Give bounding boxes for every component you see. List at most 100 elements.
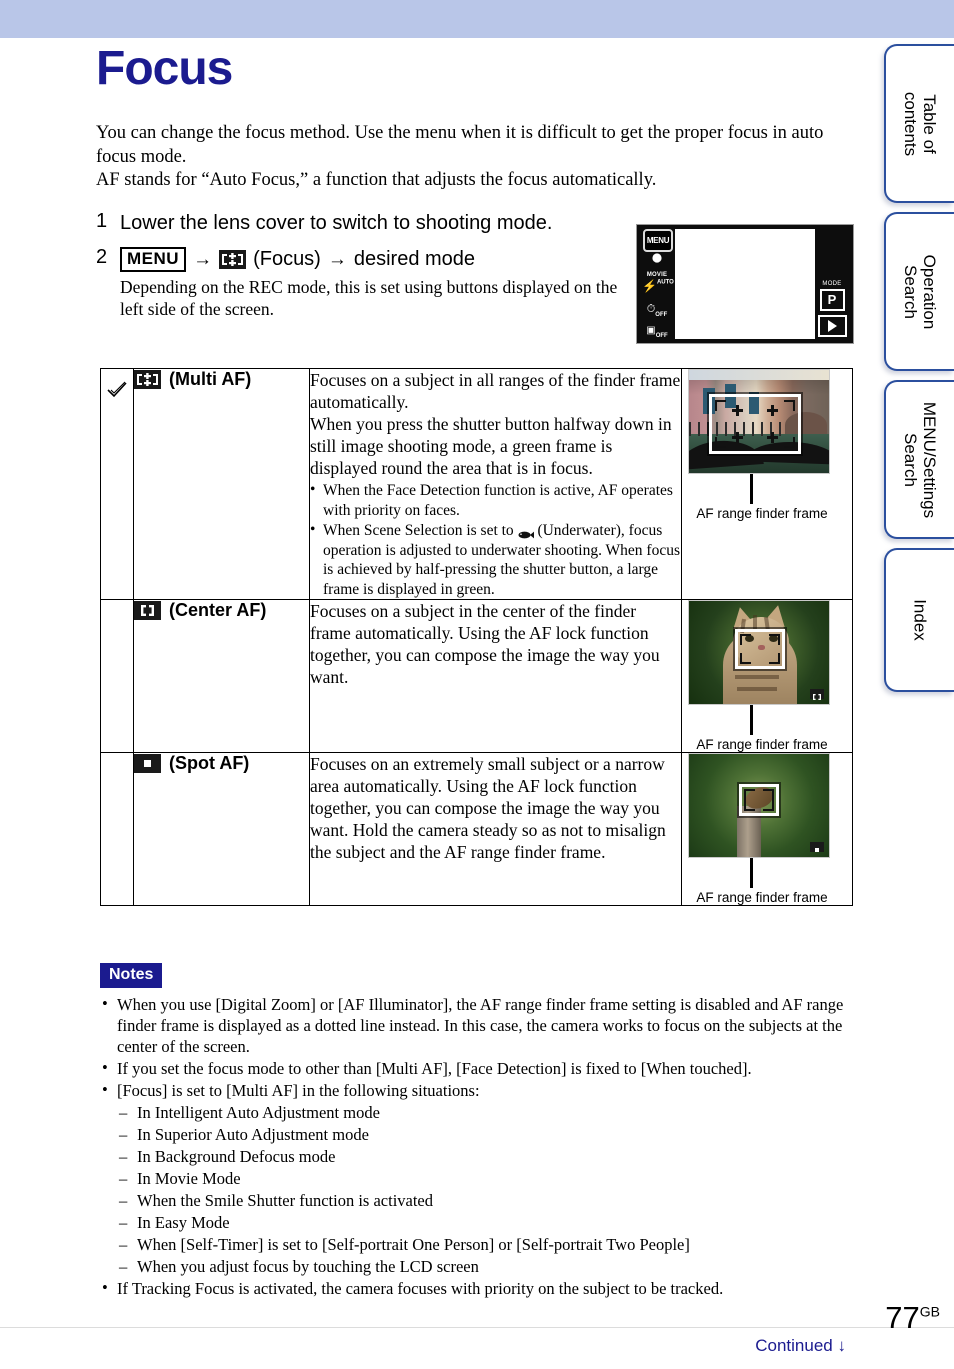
af-range-finder-frame-overlay <box>735 629 785 669</box>
footer-divider <box>0 1327 954 1328</box>
list-item: If Tracking Focus is activated, the came… <box>100 1277 856 1299</box>
down-arrow-icon: ↓ <box>837 1336 847 1355</box>
page-number-value: 77 <box>885 1300 920 1335</box>
lcd-selftimer-label: OFF <box>655 312 668 319</box>
default-setting-check-cell <box>100 368 134 600</box>
page-title: Focus <box>96 42 233 95</box>
lcd-flash-icon[interactable]: ⚡AUTO <box>642 277 674 295</box>
menu-button-chip[interactable]: MENU <box>120 246 187 272</box>
table-row: (Multi AF) Focuses on a subject in all r… <box>100 368 853 600</box>
page-number-suffix: GB <box>919 1303 940 1320</box>
list-item: When Scene Selection is set to (Underwat… <box>310 520 681 599</box>
lcd-burst-icon[interactable]: ▣OFF <box>642 320 672 339</box>
focus-modes-table: (Multi AF) Focuses on a subject in all r… <box>100 368 853 906</box>
default-setting-check-cell <box>100 752 134 906</box>
lcd-menu-button[interactable]: MENU <box>643 229 673 252</box>
list-item: In Background Defocus mode <box>117 1146 856 1167</box>
lcd-playback-button[interactable] <box>818 315 847 337</box>
list-item: In Movie Mode <box>117 1168 856 1189</box>
mode-cell-spot-af: (Spot AF) <box>133 752 310 906</box>
sidebar-item-menu-settings-search[interactable]: MENU/Settings Search <box>884 380 954 539</box>
list-item: In Superior Auto Adjustment mode <box>117 1124 856 1145</box>
list-item: [Focus] is set to [Multi AF] in the foll… <box>100 1079 856 1277</box>
tab-label-table-of-contents: Table of contents <box>901 91 939 156</box>
list-item: In Easy Mode <box>117 1212 856 1233</box>
sidebar-item-table-of-contents[interactable]: Table of contents <box>884 44 954 203</box>
multi-af-icon <box>134 370 161 389</box>
sample-photo-venice-canal-gondolas <box>688 369 830 474</box>
continued-link[interactable]: Continued ↓ <box>755 1336 846 1356</box>
spot-af-status-icon <box>810 842 824 852</box>
mode-cell-multi-af: (Multi AF) <box>133 368 310 600</box>
notes-section: When you use [Digital Zoom] or [AF Illum… <box>100 993 856 1300</box>
camera-screen-illustration: MENU MOVIE ⚡AUTO ⏱OFF ▣OFF MODE P <box>636 224 854 344</box>
sidebar-item-index[interactable]: Index <box>884 548 954 692</box>
sidebar-item-operation-search[interactable]: Operation Search <box>884 212 954 371</box>
table-row: (Spot AF) Focuses on an extremely small … <box>100 752 853 906</box>
sample-image-cell-center-af: AF range finder frame <box>681 599 853 753</box>
callout-line-center-af <box>688 705 828 741</box>
af-range-finder-frame-overlay <box>709 394 801 454</box>
list-item: When you adjust focus by touching the LC… <box>117 1256 856 1277</box>
description-cell-multi-af: Focuses on a subject in all ranges of th… <box>309 368 682 600</box>
description-text-multi-af: Focuses on a subject in all ranges of th… <box>310 370 681 478</box>
notes-badge: Notes <box>100 963 163 988</box>
mode-name-center-af: (Center AF) <box>169 600 267 620</box>
page-number: 77GB <box>885 1300 940 1336</box>
description-cell-center-af: Focuses on a subject in the center of th… <box>309 599 682 753</box>
step-1: 1 Lower the lens cover to switch to shoo… <box>96 210 626 236</box>
step-2-number: 2 <box>96 246 108 268</box>
tab-label-operation-search: Operation Search <box>901 254 939 329</box>
lcd-live-view <box>675 229 815 339</box>
mode-name-multi-af: (Multi AF) <box>169 369 252 389</box>
lcd-menu-button-label: MENU <box>646 236 670 245</box>
sample-photo-bird-on-post <box>688 753 830 858</box>
table-row: (Center AF) Focuses on a subject in the … <box>100 599 853 753</box>
play-triangle-icon <box>828 320 837 332</box>
callout-line-multi-af <box>688 474 828 510</box>
notes-sublist: In Intelligent Auto Adjustment modeIn Su… <box>117 1102 856 1277</box>
mode-name-spot-af: (Spot AF) <box>169 753 250 773</box>
procedure-steps: 1 Lower the lens cover to switch to shoo… <box>96 210 626 322</box>
lcd-mode-indicator[interactable]: MODE P <box>817 281 847 311</box>
sample-photo-tabby-cat <box>688 600 830 705</box>
sample-image-cell-multi-af: AF range finder frame <box>681 368 853 600</box>
lcd-selftimer-icon[interactable]: ⏱OFF <box>642 299 672 318</box>
step-1-text: Lower the lens cover to switch to shooti… <box>120 212 553 234</box>
default-setting-check-cell <box>100 599 134 753</box>
manual-page: Table of contents Operation Search MENU/Se… <box>0 0 954 1369</box>
list-item: When [Self-Timer] is set to [Self-portra… <box>117 1234 856 1255</box>
list-item: When you use [Digital Zoom] or [AF Illum… <box>100 993 856 1057</box>
lcd-flash-label: AUTO <box>656 279 674 286</box>
step-1-number: 1 <box>96 210 108 232</box>
tab-label-menu-settings-search: MENU/Settings Search <box>901 401 939 518</box>
header-band <box>0 0 954 38</box>
step-2-tail: desired mode <box>353 248 476 270</box>
sample-image-cell-spot-af: AF range finder frame <box>681 752 853 906</box>
fish-icon <box>518 526 534 539</box>
step-2: 2 MENU → (Focus) → desired mode Dependin… <box>96 246 626 320</box>
step-2-note: Depending on the REC mode, this is set u… <box>120 277 618 319</box>
description-text-center-af: Focuses on a subject in the center of th… <box>310 601 660 687</box>
list-item: When the Face Detection function is acti… <box>310 480 681 520</box>
list-item: If you set the focus mode to other than … <box>100 1057 856 1079</box>
arrow-icon-1: → <box>193 248 213 270</box>
description-cell-spot-af: Focuses on an extremely small subject or… <box>309 752 682 906</box>
tab-label-index: Index <box>910 599 930 641</box>
af-range-finder-frame-overlay <box>739 784 779 816</box>
callout-line-spot-af <box>688 858 828 894</box>
intro-paragraph: You can change the focus method. Use the… <box>96 123 824 190</box>
list-item: When the Smile Shutter function is activ… <box>117 1190 856 1211</box>
lcd-mode-value: P <box>819 289 845 311</box>
description-bullets-multi-af: When the Face Detection function is acti… <box>310 480 681 599</box>
mode-cell-center-af: (Center AF) <box>133 599 310 753</box>
center-af-status-icon <box>810 689 824 700</box>
spot-af-icon <box>134 754 161 773</box>
list-item: In Intelligent Auto Adjustment mode <box>117 1102 856 1123</box>
center-af-icon <box>134 601 161 620</box>
notes-list: When you use [Digital Zoom] or [AF Illum… <box>100 993 856 1299</box>
continued-label: Continued <box>755 1336 833 1355</box>
checkmark-icon <box>107 381 127 398</box>
arrow-icon-2: → <box>327 248 347 270</box>
lcd-burst-label: OFF <box>655 333 668 340</box>
